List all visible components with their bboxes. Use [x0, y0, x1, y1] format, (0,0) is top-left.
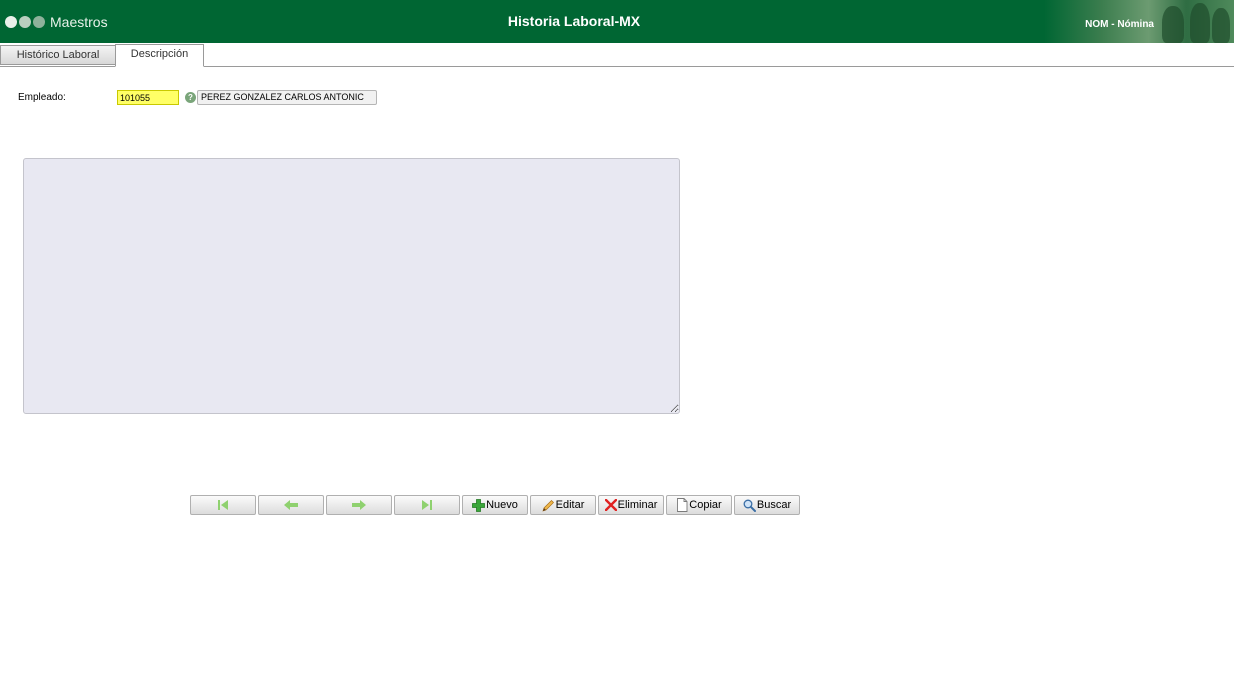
- search-button-label: Buscar: [756, 499, 792, 511]
- search-button[interactable]: Buscar: [734, 495, 800, 515]
- dot-icon: [33, 16, 45, 28]
- employee-label: Empleado:: [18, 92, 66, 103]
- header-bar: Maestros Historia Laboral-MX NOM - Nómin…: [0, 0, 1234, 43]
- employee-name-field: PEREZ GONZALEZ CARLOS ANTONIC: [197, 90, 377, 105]
- tab-descripcion[interactable]: Descripción: [115, 44, 204, 67]
- edit-button[interactable]: Editar: [530, 495, 596, 515]
- pencil-icon: [542, 499, 554, 512]
- search-icon: [743, 499, 756, 512]
- description-textarea[interactable]: [23, 158, 680, 414]
- tab-historico-laboral[interactable]: Histórico Laboral: [0, 45, 116, 65]
- dot-icon: [19, 16, 31, 28]
- first-record-button[interactable]: [190, 495, 256, 515]
- help-icon[interactable]: ?: [185, 92, 196, 103]
- delete-button-label: Eliminar: [617, 499, 658, 511]
- new-button-label: Nuevo: [486, 499, 518, 511]
- next-record-icon: [352, 500, 366, 510]
- last-record-icon: [422, 500, 432, 510]
- plus-icon: [472, 498, 485, 512]
- last-record-button[interactable]: [394, 495, 460, 515]
- page-title: Historia Laboral-MX: [507, 13, 641, 29]
- new-button[interactable]: Nuevo: [462, 495, 528, 515]
- edit-button-label: Editar: [555, 499, 585, 511]
- window-dots: [5, 16, 45, 28]
- copy-button-label: Copiar: [689, 499, 722, 511]
- delete-button[interactable]: Eliminar: [598, 495, 664, 515]
- dot-icon: [5, 16, 17, 28]
- first-record-icon: [218, 500, 228, 510]
- employee-code-input[interactable]: [117, 90, 179, 105]
- copy-button[interactable]: Copiar: [666, 495, 732, 515]
- next-record-button[interactable]: [326, 495, 392, 515]
- tab-bar: Histórico Laboral Descripción: [0, 43, 1234, 67]
- app-window: Maestros Historia Laboral-MX NOM - Nómin…: [0, 0, 1234, 698]
- copy-document-icon: [677, 498, 688, 512]
- previous-record-icon: [284, 500, 298, 510]
- previous-record-button[interactable]: [258, 495, 324, 515]
- app-name[interactable]: Maestros: [50, 14, 108, 30]
- delete-x-icon: [604, 499, 617, 511]
- module-label: NOM - Nómina: [1085, 19, 1154, 30]
